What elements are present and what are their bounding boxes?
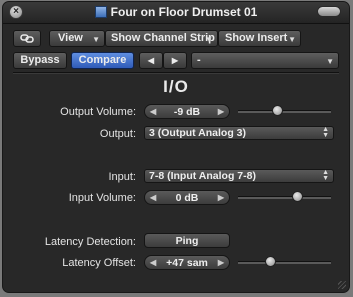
input-volume-label: Input Volume: xyxy=(68,192,136,204)
latency-offset-field[interactable]: ◀ +47 sam ▶ xyxy=(144,255,230,270)
show-channel-strip-label: Show Channel Strip xyxy=(111,32,215,44)
output-value: 3 (Output Analog 3) xyxy=(149,127,247,139)
arrow-left-icon: ◀ xyxy=(150,193,157,202)
chevron-down-icon: ▼ xyxy=(288,35,296,44)
window-title-wrap: Four on Floor Drumset 01 xyxy=(3,5,349,19)
preset-value: - xyxy=(197,54,201,66)
output-volume-slider[interactable] xyxy=(238,110,331,113)
show-insert-label: Show Insert xyxy=(225,32,288,44)
plugin-window: × Four on Floor Drumset 01 View ▼ Show Ch… xyxy=(2,1,350,293)
input-label: Input: xyxy=(108,171,136,183)
resize-grip[interactable] xyxy=(338,281,346,289)
up-down-arrows-icon: ▲ ▼ xyxy=(322,126,329,139)
link-button[interactable] xyxy=(13,30,41,47)
divider xyxy=(13,72,339,74)
plugin-title: I/O xyxy=(163,77,189,96)
chevron-down-icon: ▼ xyxy=(326,57,334,66)
show-channel-strip-menu[interactable]: Show Channel Strip ▼ xyxy=(105,30,218,47)
view-label: View xyxy=(58,32,83,44)
up-down-arrows-icon: ▲ ▼ xyxy=(322,169,329,182)
bypass-button[interactable]: Bypass xyxy=(13,52,67,69)
next-preset-button[interactable]: ▶ xyxy=(163,52,187,69)
output-volume-slider-knob[interactable] xyxy=(271,105,283,116)
title-bar[interactable]: × Four on Floor Drumset 01 xyxy=(3,2,349,24)
input-value: 7-8 (Input Analog 7-8) xyxy=(149,170,256,182)
input-volume-field[interactable]: ◀ 0 dB ▶ xyxy=(144,190,230,205)
arrow-left-icon: ◀ xyxy=(147,56,155,65)
ping-button[interactable]: Ping xyxy=(144,233,230,248)
previous-preset-button[interactable]: ◀ xyxy=(139,52,163,69)
input-volume-slider-knob[interactable] xyxy=(292,191,304,202)
input-volume-value: 0 dB xyxy=(175,192,199,204)
arrow-left-icon: ◀ xyxy=(150,258,157,267)
arrow-right-icon: ▶ xyxy=(217,107,224,116)
latency-offset-label: Latency Offset: xyxy=(62,257,136,269)
input-volume-slider[interactable] xyxy=(238,196,331,199)
compare-label: Compare xyxy=(78,54,127,66)
latency-offset-slider-knob[interactable] xyxy=(265,256,277,267)
chevron-down-icon: ▼ xyxy=(92,35,100,44)
arrow-right-icon: ▶ xyxy=(217,258,224,267)
preset-menu[interactable]: - ▼ xyxy=(191,52,339,69)
compare-button[interactable]: Compare xyxy=(71,52,134,69)
window-title: Four on Floor Drumset 01 xyxy=(110,5,258,19)
input-select[interactable]: 7-8 (Input Analog 7-8) ▲ ▼ xyxy=(144,169,334,183)
latency-offset-value: +47 sam xyxy=(166,257,208,269)
output-select[interactable]: 3 (Output Analog 3) ▲ ▼ xyxy=(144,126,334,140)
latency-offset-slider[interactable] xyxy=(238,261,331,264)
arrow-right-icon: ▶ xyxy=(171,56,179,65)
output-volume-value: -9 dB xyxy=(173,106,201,118)
plugin-icon xyxy=(94,6,107,18)
link-icon xyxy=(20,34,34,43)
chevron-down-icon: ▼ xyxy=(205,35,213,44)
arrow-left-icon: ◀ xyxy=(150,107,157,116)
output-volume-label: Output Volume: xyxy=(60,106,136,118)
show-insert-menu[interactable]: Show Insert ▼ xyxy=(218,30,301,47)
output-volume-field[interactable]: ◀ -9 dB ▶ xyxy=(144,104,230,119)
output-label: Output: xyxy=(99,128,136,140)
bypass-label: Bypass xyxy=(20,54,60,66)
ping-label: Ping xyxy=(175,235,199,247)
arrow-right-icon: ▶ xyxy=(217,193,224,202)
view-menu[interactable]: View ▼ xyxy=(49,30,105,47)
latency-detection-label: Latency Detection: xyxy=(44,236,136,248)
toolbar-toggle-button[interactable] xyxy=(317,6,341,17)
